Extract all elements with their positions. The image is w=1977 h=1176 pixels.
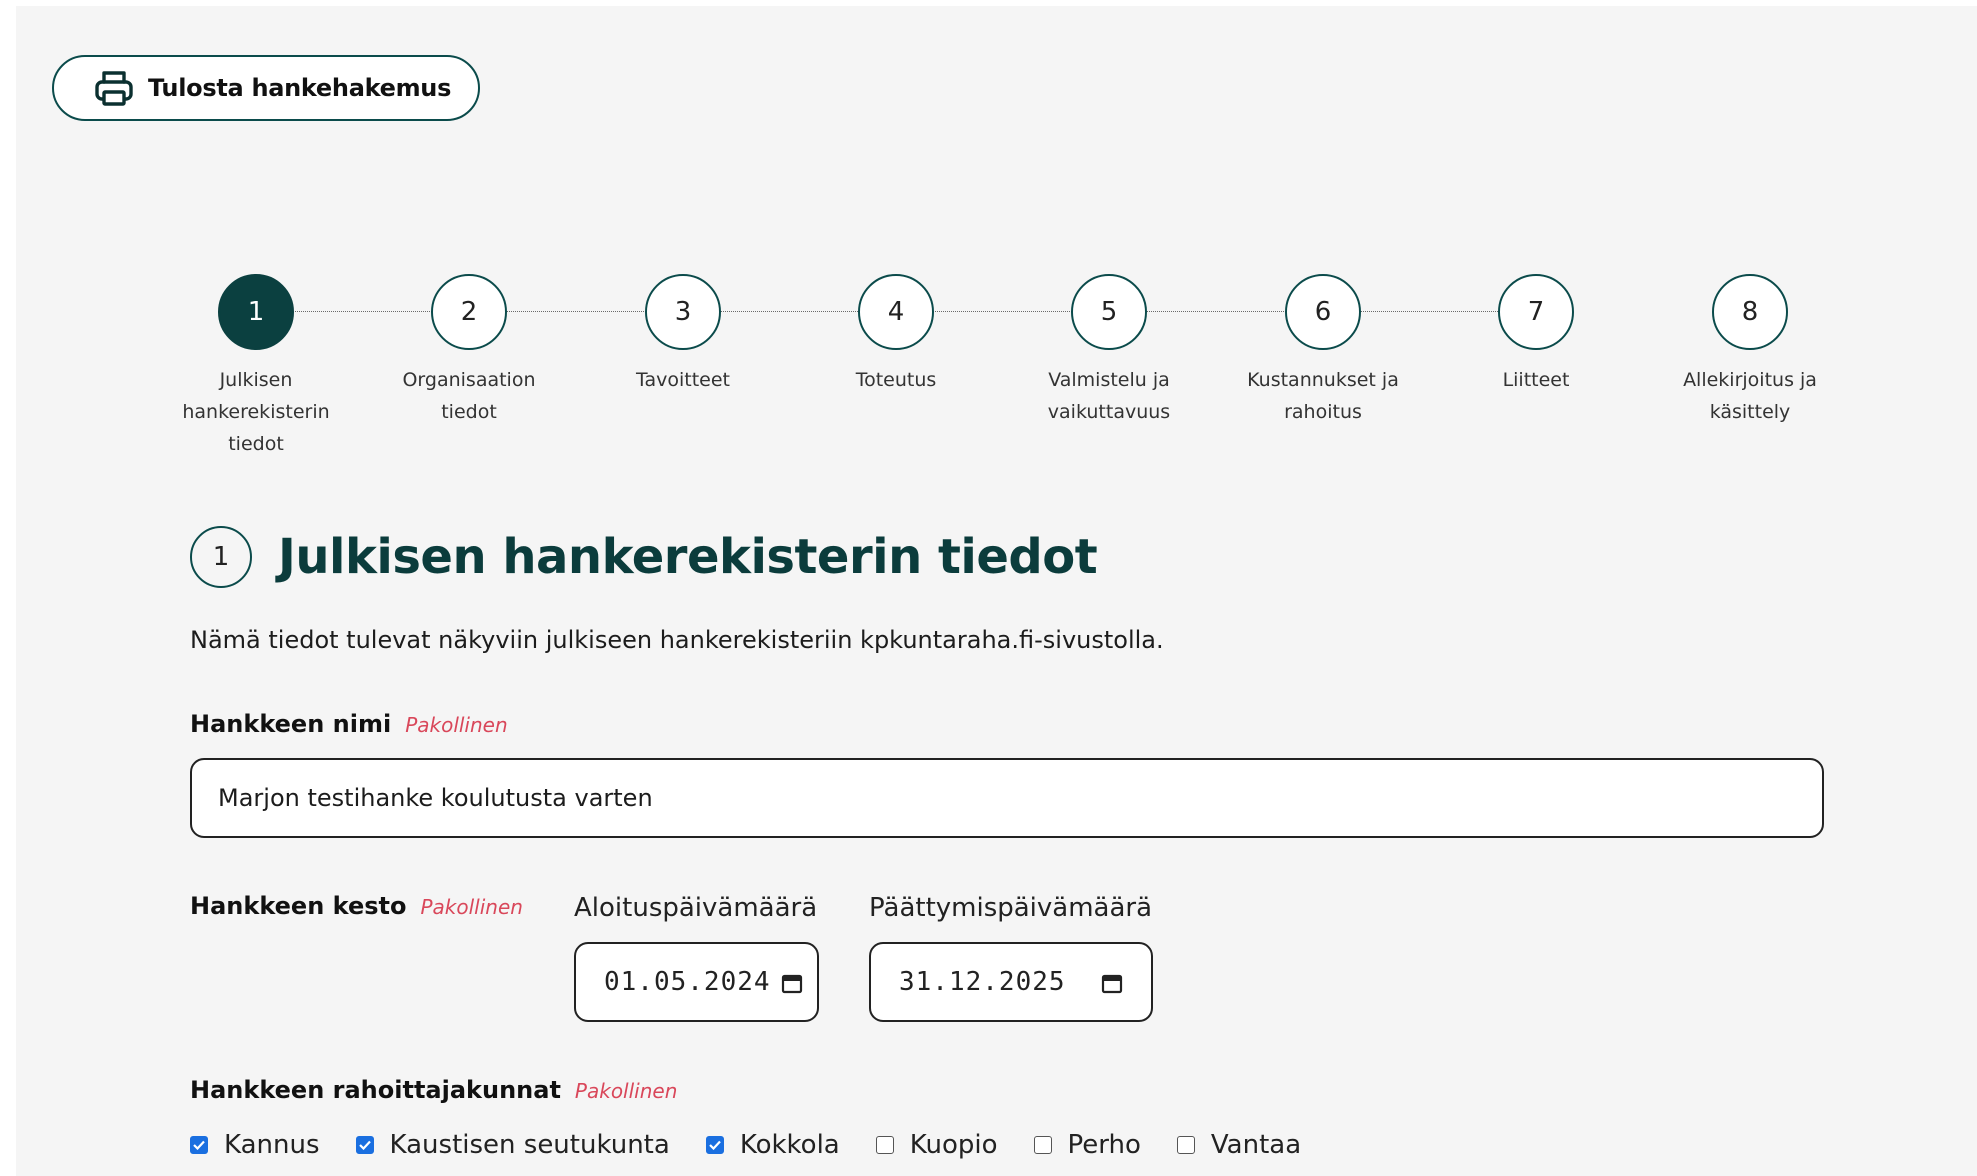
funder-checkbox-kannus[interactable]: Kannus — [190, 1130, 320, 1160]
step-number: 1 — [218, 274, 294, 350]
print-application-button[interactable]: Tulosta hankehakemus — [52, 55, 480, 121]
required-indicator: Pakollinen — [574, 1079, 678, 1103]
end-date-group: Päättymispäivämäärä 31.12.2025 — [869, 890, 1153, 1022]
step-label: Julkisen hankerekisterin tiedot — [182, 369, 330, 455]
progress-stepper: 1 Julkisen hankerekisterin tiedot 2 Orga… — [16, 274, 1977, 455]
printer-icon — [92, 66, 136, 110]
checkbox[interactable] — [1033, 1136, 1052, 1154]
start-date-group: Aloituspäivämäärä 01.05.2024 — [574, 890, 819, 1022]
step-8[interactable]: 8 Allekirjoitus ja käsittely — [1660, 274, 1840, 428]
step-number: 2 — [431, 274, 507, 350]
step-6[interactable]: 6 Kustannukset ja rahoitus — [1233, 274, 1413, 428]
funders-label: Hankkeen rahoittajakunnat — [190, 1076, 561, 1104]
checkbox[interactable] — [1176, 1136, 1195, 1154]
start-date-label: Aloituspäivämäärä — [574, 893, 818, 923]
step-label: Tavoitteet — [636, 369, 730, 391]
step-label: Allekirjoitus ja käsittely — [1683, 369, 1817, 423]
application-form-page: Tulosta hankehakemus 1 Julkisen hankerek… — [16, 6, 1977, 1176]
section-description: Nämä tiedot tulevat näkyviin julkiseen h… — [190, 626, 1164, 654]
end-date-input[interactable]: 31.12.2025 — [869, 942, 1153, 1022]
step-label: Liitteet — [1502, 369, 1570, 391]
section-number-badge: 1 — [190, 526, 252, 588]
step-7[interactable]: 7 Liitteet — [1446, 274, 1626, 396]
step-1[interactable]: 1 Julkisen hankerekisterin tiedot — [166, 274, 346, 460]
checkbox-label: Kokkola — [739, 1130, 840, 1160]
start-date-value: 01.05.2024 — [604, 967, 771, 997]
step-label: Organisaation tiedot — [402, 369, 536, 423]
project-name-label: Hankkeen nimi — [190, 710, 392, 738]
checkbox-label: Kannus — [224, 1130, 320, 1160]
required-indicator: Pakollinen — [405, 713, 508, 737]
funders-checkbox-group: Kannus Kaustisen seutukunta Kokkola Kuop… — [190, 1130, 1337, 1160]
checkbox[interactable] — [705, 1136, 724, 1154]
step-label: Kustannukset ja rahoitus — [1247, 369, 1399, 423]
checkbox-label: Kuopio — [909, 1130, 998, 1160]
checkbox-label: Kaustisen seutukunta — [389, 1130, 670, 1160]
step-number: 8 — [1712, 274, 1788, 350]
print-button-label: Tulosta hankehakemus — [148, 74, 452, 102]
duration-label-row: Hankkeen kesto Pakollinen — [190, 892, 523, 920]
step-label: Valmistelu ja vaikuttavuus — [1047, 369, 1171, 423]
funder-checkbox-kuopio[interactable]: Kuopio — [875, 1130, 998, 1160]
end-date-value: 31.12.2025 — [899, 967, 1066, 997]
step-number: 7 — [1498, 274, 1574, 350]
end-date-label: Päättymispäivämäärä — [869, 893, 1153, 923]
step-number: 3 — [645, 274, 721, 350]
section-title: Julkisen hankerekisterin tiedot — [278, 529, 1098, 585]
required-indicator: Pakollinen — [420, 895, 523, 919]
start-date-input[interactable]: 01.05.2024 — [574, 942, 819, 1022]
step-4[interactable]: 4 Toteutus — [806, 274, 986, 396]
step-number: 4 — [858, 274, 934, 350]
step-number: 6 — [1285, 274, 1361, 350]
duration-label: Hankkeen kesto — [190, 892, 407, 920]
checkbox[interactable] — [355, 1136, 374, 1154]
funder-checkbox-vantaa[interactable]: Vantaa — [1176, 1130, 1302, 1160]
checkbox[interactable] — [875, 1136, 894, 1154]
funder-checkbox-perho[interactable]: Perho — [1033, 1130, 1141, 1160]
project-name-input[interactable] — [190, 758, 1824, 838]
project-name-label-row: Hankkeen nimi Pakollinen — [190, 710, 508, 738]
step-2[interactable]: 2 Organisaation tiedot — [379, 274, 559, 428]
step-3[interactable]: 3 Tavoitteet — [593, 274, 773, 396]
funder-checkbox-kaustisen-seutukunta[interactable]: Kaustisen seutukunta — [355, 1130, 670, 1160]
step-label: Toteutus — [855, 369, 937, 391]
calendar-icon[interactable] — [781, 971, 803, 994]
checkbox[interactable] — [190, 1136, 208, 1154]
calendar-icon[interactable] — [1101, 971, 1123, 994]
step-number: 5 — [1071, 274, 1147, 350]
step-5[interactable]: 5 Valmistelu ja vaikuttavuus — [1019, 274, 1199, 428]
checkbox-label: Perho — [1067, 1130, 1141, 1160]
funder-checkbox-kokkola[interactable]: Kokkola — [705, 1130, 840, 1160]
checkbox-label: Vantaa — [1210, 1130, 1302, 1160]
funders-label-row: Hankkeen rahoittajakunnat Pakollinen — [190, 1076, 677, 1104]
